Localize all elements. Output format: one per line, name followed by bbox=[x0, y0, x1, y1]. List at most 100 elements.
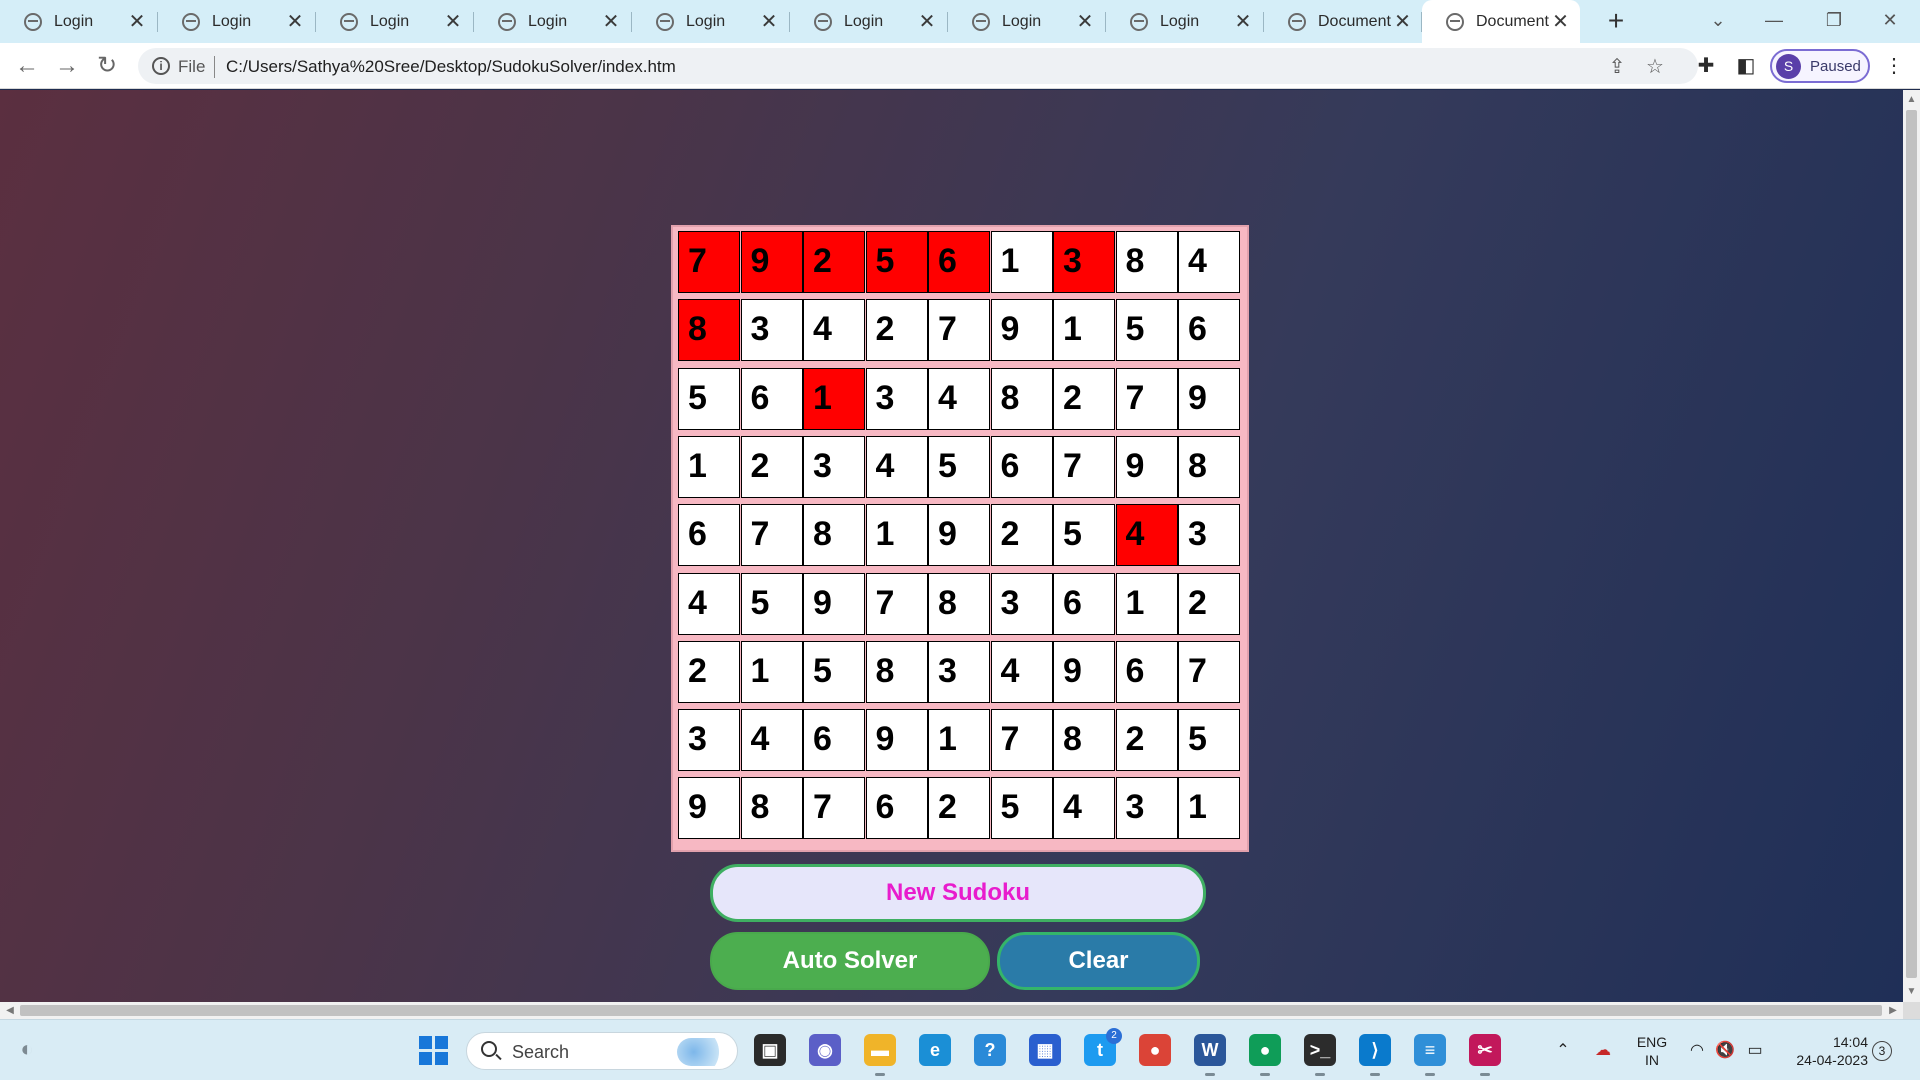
close-tab-icon[interactable]: ✕ bbox=[1230, 9, 1256, 34]
notification-count-badge[interactable]: 3 bbox=[1872, 1041, 1892, 1061]
sudoku-cell[interactable]: 5 bbox=[740, 572, 803, 635]
sudoku-cell[interactable]: 1 bbox=[678, 435, 740, 498]
battery-icon[interactable]: ▭ bbox=[1744, 1040, 1766, 1062]
sudoku-cell[interactable]: 7 bbox=[865, 572, 928, 635]
minimize-button[interactable]: — bbox=[1746, 0, 1802, 40]
weather-widget-icon[interactable]: ◐ bbox=[16, 1038, 38, 1060]
close-tab-icon[interactable]: ✕ bbox=[756, 9, 782, 34]
sudoku-cell[interactable]: 1 bbox=[928, 709, 990, 772]
onedrive-error-icon[interactable]: ☁ bbox=[1592, 1040, 1614, 1062]
sudoku-cell[interactable]: 8 bbox=[1178, 435, 1240, 498]
sudoku-cell[interactable]: 5 bbox=[1053, 504, 1115, 567]
vscode-icon[interactable]: ⟩ bbox=[1359, 1034, 1391, 1076]
browser-tab[interactable]: Login ✕ bbox=[1106, 0, 1264, 43]
sudoku-cell[interactable]: 4 bbox=[928, 367, 990, 430]
reload-icon[interactable]: ↻ bbox=[90, 49, 124, 83]
sudoku-cell[interactable]: 1 bbox=[1115, 572, 1178, 635]
sudoku-cell[interactable]: 2 bbox=[1053, 367, 1115, 430]
horizontal-scrollbar[interactable]: ◀ ▶ bbox=[0, 1002, 1903, 1019]
sudoku-cell[interactable]: 2 bbox=[740, 435, 803, 498]
info-icon[interactable]: i bbox=[152, 57, 170, 75]
sudoku-cell[interactable]: 4 bbox=[740, 709, 803, 772]
browser-tab[interactable]: Document ✕ bbox=[1264, 0, 1422, 43]
sudoku-cell[interactable]: 7 bbox=[990, 709, 1053, 772]
browser-tab[interactable]: Login ✕ bbox=[474, 0, 632, 43]
sudoku-cell[interactable]: 7 bbox=[803, 777, 865, 840]
chevron-up-icon[interactable]: ⌃ bbox=[1552, 1040, 1574, 1062]
close-tab-icon[interactable]: ✕ bbox=[440, 9, 466, 34]
auto-solver-button[interactable]: Auto Solver bbox=[710, 932, 990, 990]
bookmark-star-icon[interactable]: ☆ bbox=[1642, 54, 1668, 80]
close-tab-icon[interactable]: ✕ bbox=[124, 9, 150, 34]
browser-tab[interactable]: Login ✕ bbox=[632, 0, 790, 43]
edge-icon[interactable]: e bbox=[919, 1034, 951, 1066]
sudoku-cell[interactable]: 8 bbox=[1115, 231, 1178, 293]
sudoku-cell[interactable]: 3 bbox=[678, 709, 740, 772]
task-view-icon[interactable]: ▣ bbox=[754, 1034, 786, 1066]
start-button[interactable] bbox=[419, 1036, 449, 1066]
sudoku-cell[interactable]: 8 bbox=[803, 504, 865, 567]
sudoku-cell[interactable]: 2 bbox=[678, 640, 740, 703]
sudoku-cell[interactable]: 8 bbox=[865, 640, 928, 703]
sudoku-cell[interactable]: 6 bbox=[740, 367, 803, 430]
restore-button[interactable]: ❐ bbox=[1806, 0, 1862, 40]
sudoku-cell[interactable]: 9 bbox=[865, 709, 928, 772]
help-icon[interactable]: ? bbox=[974, 1034, 1006, 1066]
sudoku-cell[interactable]: 4 bbox=[865, 435, 928, 498]
forward-arrow-icon[interactable]: → bbox=[50, 49, 84, 83]
sudoku-cell[interactable]: 9 bbox=[990, 299, 1053, 362]
clear-button[interactable]: Clear bbox=[997, 932, 1200, 990]
sudoku-cell[interactable]: 2 bbox=[803, 231, 865, 293]
sudoku-cell[interactable]: 9 bbox=[803, 572, 865, 635]
sudoku-cell[interactable]: 2 bbox=[1115, 709, 1178, 772]
sudoku-cell[interactable]: 7 bbox=[928, 299, 990, 362]
sudoku-cell[interactable]: 8 bbox=[928, 572, 990, 635]
clock[interactable]: 14:04 24-04-2023 bbox=[1780, 1033, 1868, 1069]
sudoku-cell[interactable]: 9 bbox=[1178, 367, 1240, 430]
sudoku-cell[interactable]: 4 bbox=[803, 299, 865, 362]
sudoku-cell[interactable]: 7 bbox=[1178, 640, 1240, 703]
sudoku-cell[interactable]: 4 bbox=[1178, 231, 1240, 293]
sudoku-cell[interactable]: 4 bbox=[678, 572, 740, 635]
sudoku-cell[interactable]: 6 bbox=[928, 231, 990, 293]
url-text[interactable]: C:/Users/Sathya%20Sree/Desktop/SudokuSol… bbox=[226, 57, 676, 77]
sudoku-cell[interactable]: 5 bbox=[1115, 299, 1178, 362]
sudoku-cell[interactable]: 2 bbox=[865, 299, 928, 362]
sudoku-cell[interactable]: 7 bbox=[1053, 435, 1115, 498]
sudoku-cell[interactable]: 2 bbox=[928, 777, 990, 840]
sudoku-cell[interactable]: 7 bbox=[1115, 367, 1178, 430]
close-tab-icon[interactable]: ✕ bbox=[282, 9, 308, 34]
sudoku-cell[interactable]: 9 bbox=[1053, 640, 1115, 703]
vertical-scroll-thumb[interactable] bbox=[1906, 110, 1917, 978]
sudoku-cell[interactable]: 5 bbox=[990, 777, 1053, 840]
sudoku-cell[interactable]: 4 bbox=[1115, 504, 1178, 567]
sudoku-cell[interactable]: 9 bbox=[678, 777, 740, 840]
sudoku-cell[interactable]: 6 bbox=[990, 435, 1053, 498]
sudoku-cell[interactable]: 9 bbox=[740, 231, 803, 293]
browser-tab[interactable]: Login ✕ bbox=[948, 0, 1106, 43]
sudoku-cell[interactable]: 5 bbox=[1178, 709, 1240, 772]
sudoku-cell[interactable]: 3 bbox=[990, 572, 1053, 635]
close-tab-icon[interactable]: ✕ bbox=[914, 9, 940, 34]
sudoku-cell[interactable]: 8 bbox=[1053, 709, 1115, 772]
sudoku-cell[interactable]: 1 bbox=[1178, 777, 1240, 840]
vertical-scrollbar[interactable]: ▲ ▼ bbox=[1903, 90, 1920, 1002]
sudoku-cell[interactable]: 5 bbox=[803, 640, 865, 703]
sudoku-cell[interactable]: 2 bbox=[990, 504, 1053, 567]
back-arrow-icon[interactable]: ← bbox=[10, 49, 44, 83]
taskbar-search[interactable]: Search bbox=[466, 1032, 738, 1070]
browser-tab[interactable]: Login ✕ bbox=[316, 0, 474, 43]
close-tab-icon[interactable]: ✕ bbox=[1549, 9, 1572, 34]
tab-search-chevron-icon[interactable]: ⌄ bbox=[1690, 0, 1746, 40]
sudoku-cell[interactable]: 3 bbox=[740, 299, 803, 362]
browser-tab[interactable]: Login ✕ bbox=[158, 0, 316, 43]
chrome-icon[interactable]: ● bbox=[1139, 1034, 1171, 1066]
profile-button[interactable]: S Paused bbox=[1770, 49, 1870, 83]
extensions-puzzle-icon[interactable]: ✚ bbox=[1692, 52, 1720, 80]
sudoku-cell[interactable]: 8 bbox=[740, 777, 803, 840]
sudoku-cell[interactable]: 6 bbox=[803, 709, 865, 772]
store-icon[interactable]: ▦ bbox=[1029, 1034, 1061, 1066]
terminal-icon[interactable]: >_ bbox=[1304, 1034, 1336, 1076]
new-tab-button[interactable]: + bbox=[1600, 6, 1632, 38]
sudoku-cell[interactable]: 1 bbox=[990, 231, 1053, 293]
